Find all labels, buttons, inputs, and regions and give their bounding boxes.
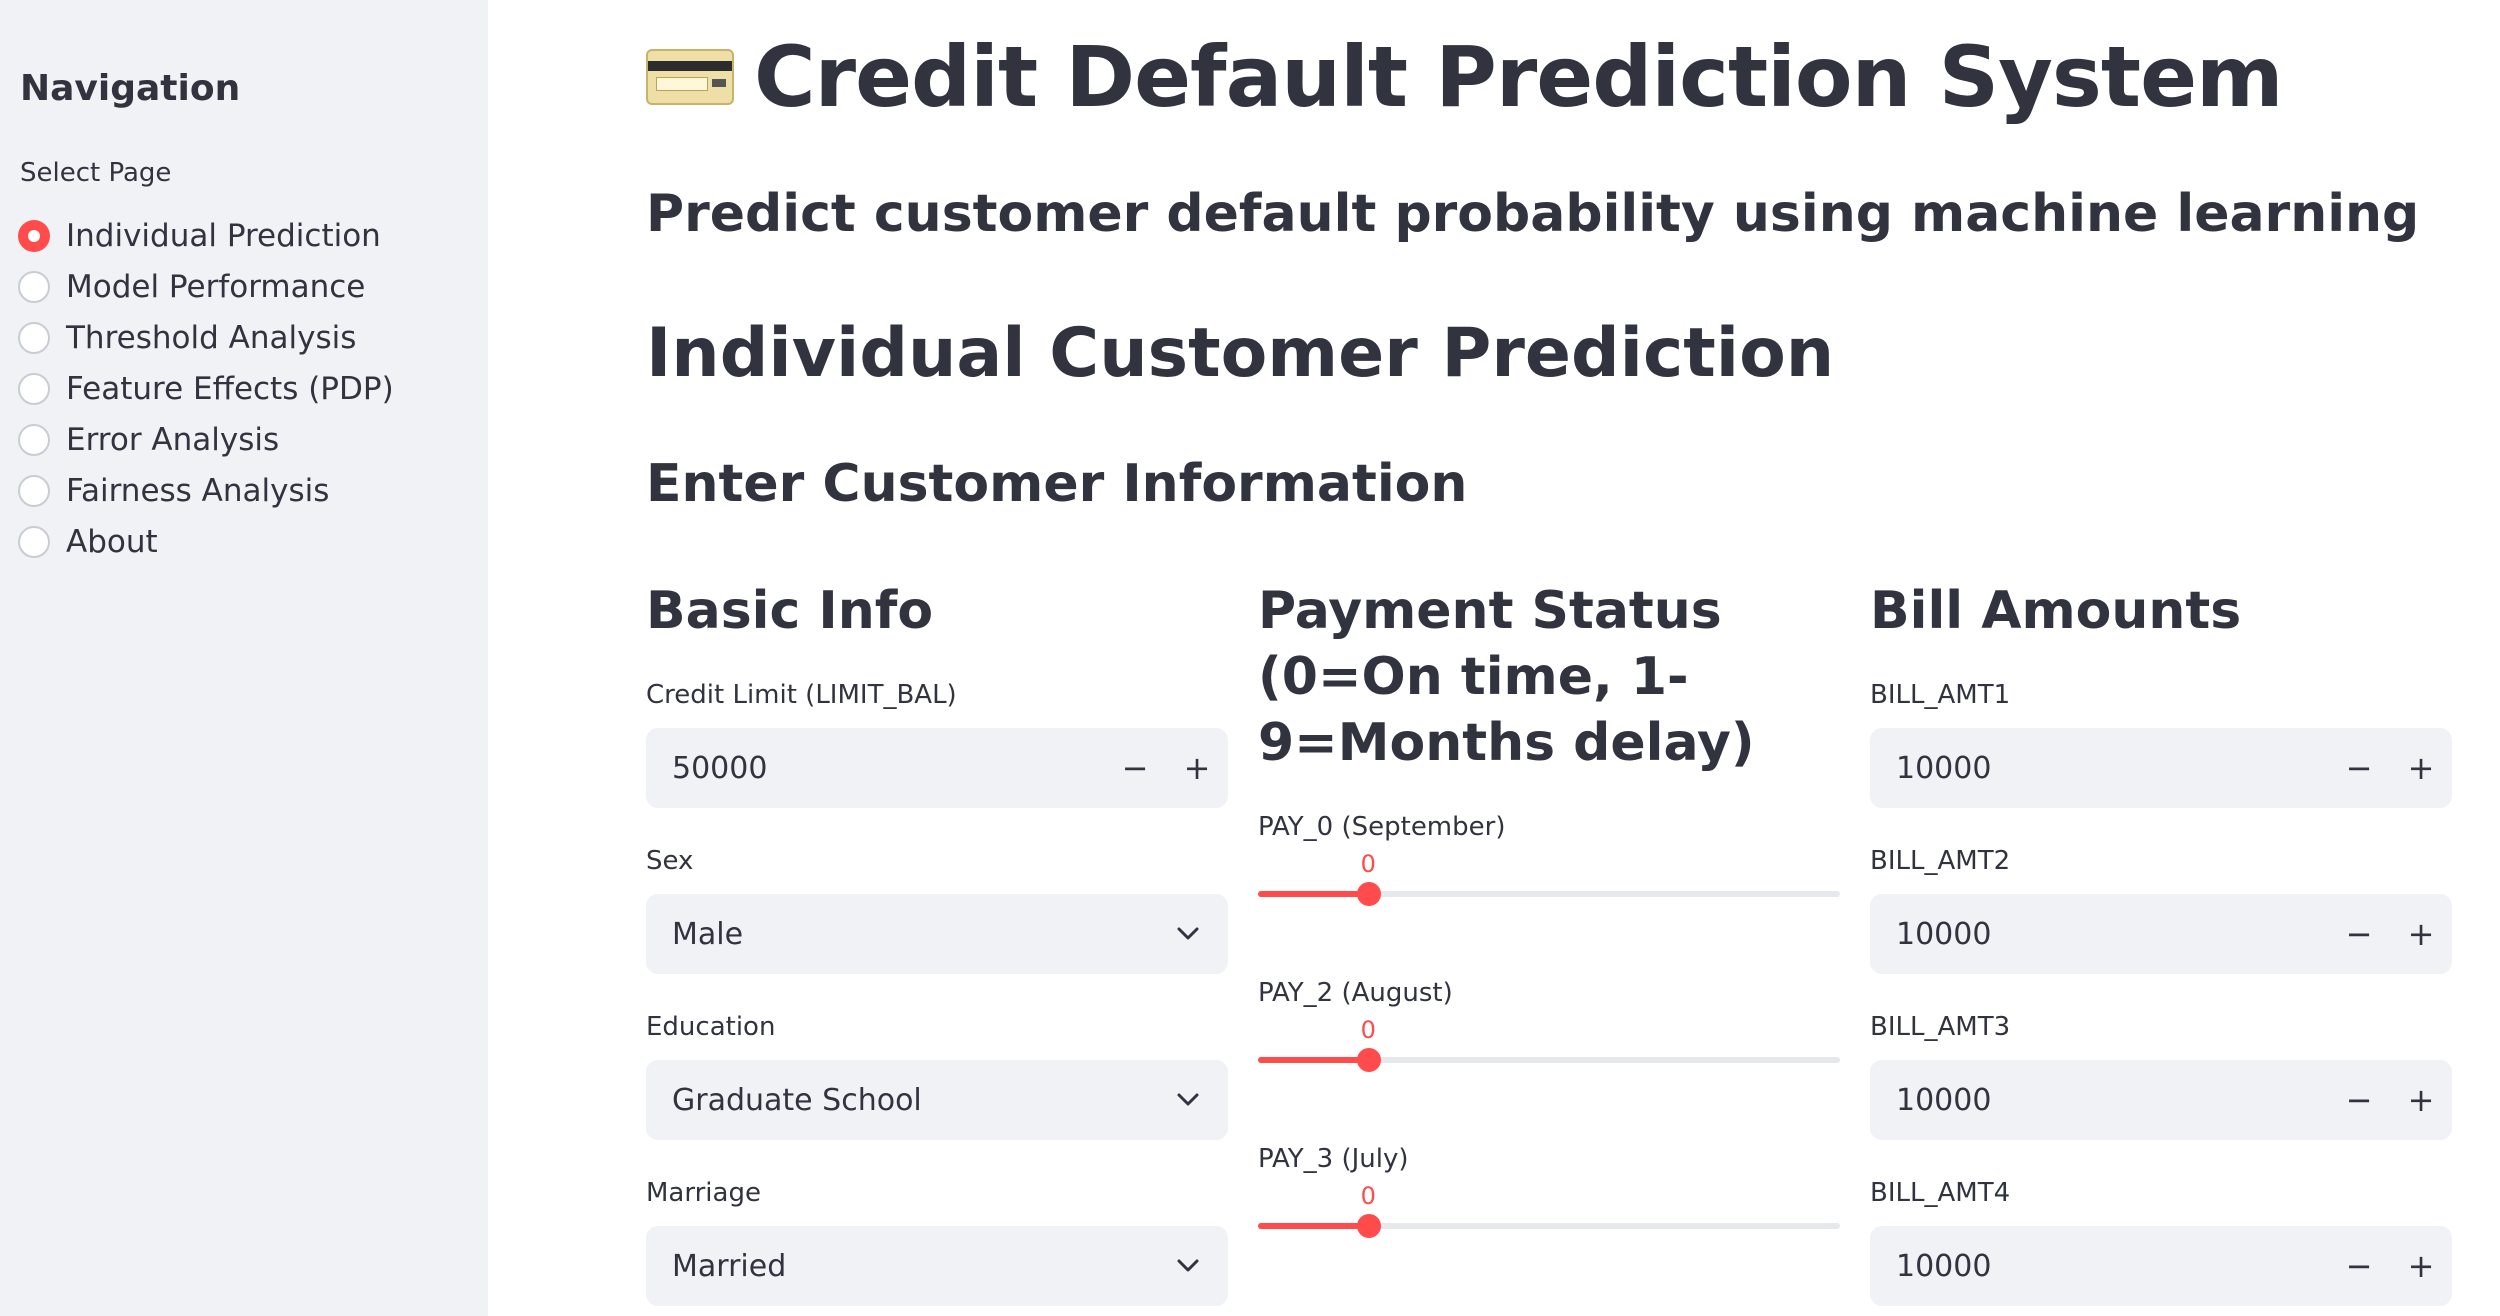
- increment-button[interactable]: +: [2390, 728, 2452, 808]
- bill-amt1-input[interactable]: 10000 − +: [1870, 728, 2452, 808]
- radio-selected-icon: [18, 219, 50, 252]
- page-title: Credit Default Prediction System: [646, 28, 2284, 126]
- radio-threshold-analysis[interactable]: Threshold Analysis: [18, 312, 394, 363]
- bill-amt3-label: BILL_AMT3: [1870, 1012, 2011, 1042]
- pay0-value: 0: [1360, 850, 1376, 878]
- education-select-value: Graduate School: [672, 1082, 922, 1118]
- bill-amounts-heading: Bill Amounts: [1870, 581, 2242, 641]
- education-label: Education: [646, 1012, 776, 1042]
- decrement-button[interactable]: −: [2328, 1060, 2390, 1140]
- bill-amt1-value[interactable]: 10000: [1870, 751, 2328, 786]
- radio-label: About: [66, 523, 158, 560]
- pay2-slider-thumb[interactable]: [1356, 1048, 1381, 1072]
- pay0-slider[interactable]: [1258, 882, 1840, 906]
- pay3-slider[interactable]: [1258, 1214, 1840, 1238]
- page-radio-group: Individual Prediction Model Performance …: [18, 210, 394, 567]
- radio-unselected-icon: [18, 423, 50, 456]
- marriage-select[interactable]: Married: [646, 1226, 1228, 1306]
- increment-button[interactable]: +: [2390, 1226, 2452, 1306]
- radio-error-analysis[interactable]: Error Analysis: [18, 414, 394, 465]
- bill-amt4-label: BILL_AMT4: [1870, 1178, 2011, 1208]
- radio-unselected-icon: [18, 372, 50, 405]
- bill-amt3-input[interactable]: 10000 − +: [1870, 1060, 2452, 1140]
- marriage-select-value: Married: [672, 1248, 787, 1284]
- radio-unselected-icon: [18, 474, 50, 507]
- pay3-label: PAY_3 (July): [1258, 1144, 1409, 1174]
- radio-feature-effects[interactable]: Feature Effects (PDP): [18, 363, 394, 414]
- education-select[interactable]: Graduate School: [646, 1060, 1228, 1140]
- chevron-down-icon: [1148, 1226, 1228, 1306]
- radio-fairness-analysis[interactable]: Fairness Analysis: [18, 465, 394, 516]
- pay2-slider[interactable]: [1258, 1048, 1840, 1072]
- decrement-button[interactable]: −: [2328, 728, 2390, 808]
- decrement-button[interactable]: −: [1104, 728, 1166, 808]
- page-title-text: Credit Default Prediction System: [754, 28, 2284, 126]
- page-subtitle: Predict customer default probability usi…: [646, 184, 2420, 244]
- sex-select-value: Male: [672, 916, 744, 952]
- bill-amt4-input[interactable]: 10000 − +: [1870, 1226, 2452, 1306]
- decrement-button[interactable]: −: [2328, 1226, 2390, 1306]
- credit-limit-label: Credit Limit (LIMIT_BAL): [646, 680, 957, 710]
- payment-status-heading: Payment Status (0=On time, 1-9=Months de…: [1258, 581, 1755, 773]
- increment-button[interactable]: +: [2390, 894, 2452, 974]
- marriage-label: Marriage: [646, 1178, 761, 1208]
- radio-model-performance[interactable]: Model Performance: [18, 261, 394, 312]
- decrement-button[interactable]: −: [2328, 894, 2390, 974]
- section-title: Individual Customer Prediction: [646, 314, 1835, 393]
- credit-card-icon: [646, 49, 734, 105]
- radio-label: Individual Prediction: [66, 217, 381, 254]
- bill-amt3-value[interactable]: 10000: [1870, 1083, 2328, 1118]
- sex-select[interactable]: Male: [646, 894, 1228, 974]
- pay2-slider-fill: [1258, 1057, 1369, 1063]
- chevron-down-icon: [1148, 1060, 1228, 1140]
- radio-unselected-icon: [18, 525, 50, 558]
- radio-unselected-icon: [18, 270, 50, 303]
- credit-limit-input[interactable]: 50000 − +: [646, 728, 1228, 808]
- radio-unselected-icon: [18, 321, 50, 354]
- pay0-slider-fill: [1258, 891, 1369, 897]
- bill-amounts-column: Bill Amounts BILL_AMT1 10000 − + BILL_AM…: [1870, 578, 2452, 1306]
- radio-label: Threshold Analysis: [66, 319, 357, 356]
- pay2-label: PAY_2 (August): [1258, 978, 1453, 1008]
- credit-limit-value[interactable]: 50000: [646, 751, 1104, 786]
- bill-amt2-label: BILL_AMT2: [1870, 846, 2011, 876]
- bill-amt2-value[interactable]: 10000: [1870, 917, 2328, 952]
- basic-info-column: Basic Info Credit Limit (LIMIT_BAL) 5000…: [646, 578, 1228, 1306]
- bill-amt1-label: BILL_AMT1: [1870, 680, 2011, 710]
- sex-label: Sex: [646, 846, 694, 876]
- main-content: Credit Default Prediction System Predict…: [488, 0, 2500, 1316]
- sidebar: Navigation Select Page Individual Predic…: [0, 0, 488, 1316]
- increment-button[interactable]: +: [2390, 1060, 2452, 1140]
- pay2-value: 0: [1360, 1016, 1376, 1044]
- sidebar-title: Navigation: [20, 68, 241, 109]
- chevron-down-icon: [1148, 894, 1228, 974]
- radio-label: Error Analysis: [66, 421, 280, 458]
- radio-label: Model Performance: [66, 268, 366, 305]
- pay3-value: 0: [1360, 1182, 1376, 1210]
- radio-label: Fairness Analysis: [66, 472, 330, 509]
- pay0-slider-thumb[interactable]: [1356, 882, 1381, 906]
- radio-individual-prediction[interactable]: Individual Prediction: [18, 210, 394, 261]
- basic-info-heading: Basic Info: [646, 581, 934, 641]
- payment-status-column: Payment Status (0=On time, 1-9=Months de…: [1258, 578, 1840, 1238]
- bill-amt2-input[interactable]: 10000 − +: [1870, 894, 2452, 974]
- bill-amt4-value[interactable]: 10000: [1870, 1249, 2328, 1284]
- pay3-slider-thumb[interactable]: [1356, 1214, 1381, 1238]
- radio-about[interactable]: About: [18, 516, 394, 567]
- pay3-slider-fill: [1258, 1223, 1369, 1229]
- form-title: Enter Customer Information: [646, 454, 1468, 514]
- increment-button[interactable]: +: [1166, 728, 1228, 808]
- radio-label: Feature Effects (PDP): [66, 370, 394, 407]
- select-page-label: Select Page: [20, 158, 172, 188]
- pay0-label: PAY_0 (September): [1258, 812, 1506, 842]
